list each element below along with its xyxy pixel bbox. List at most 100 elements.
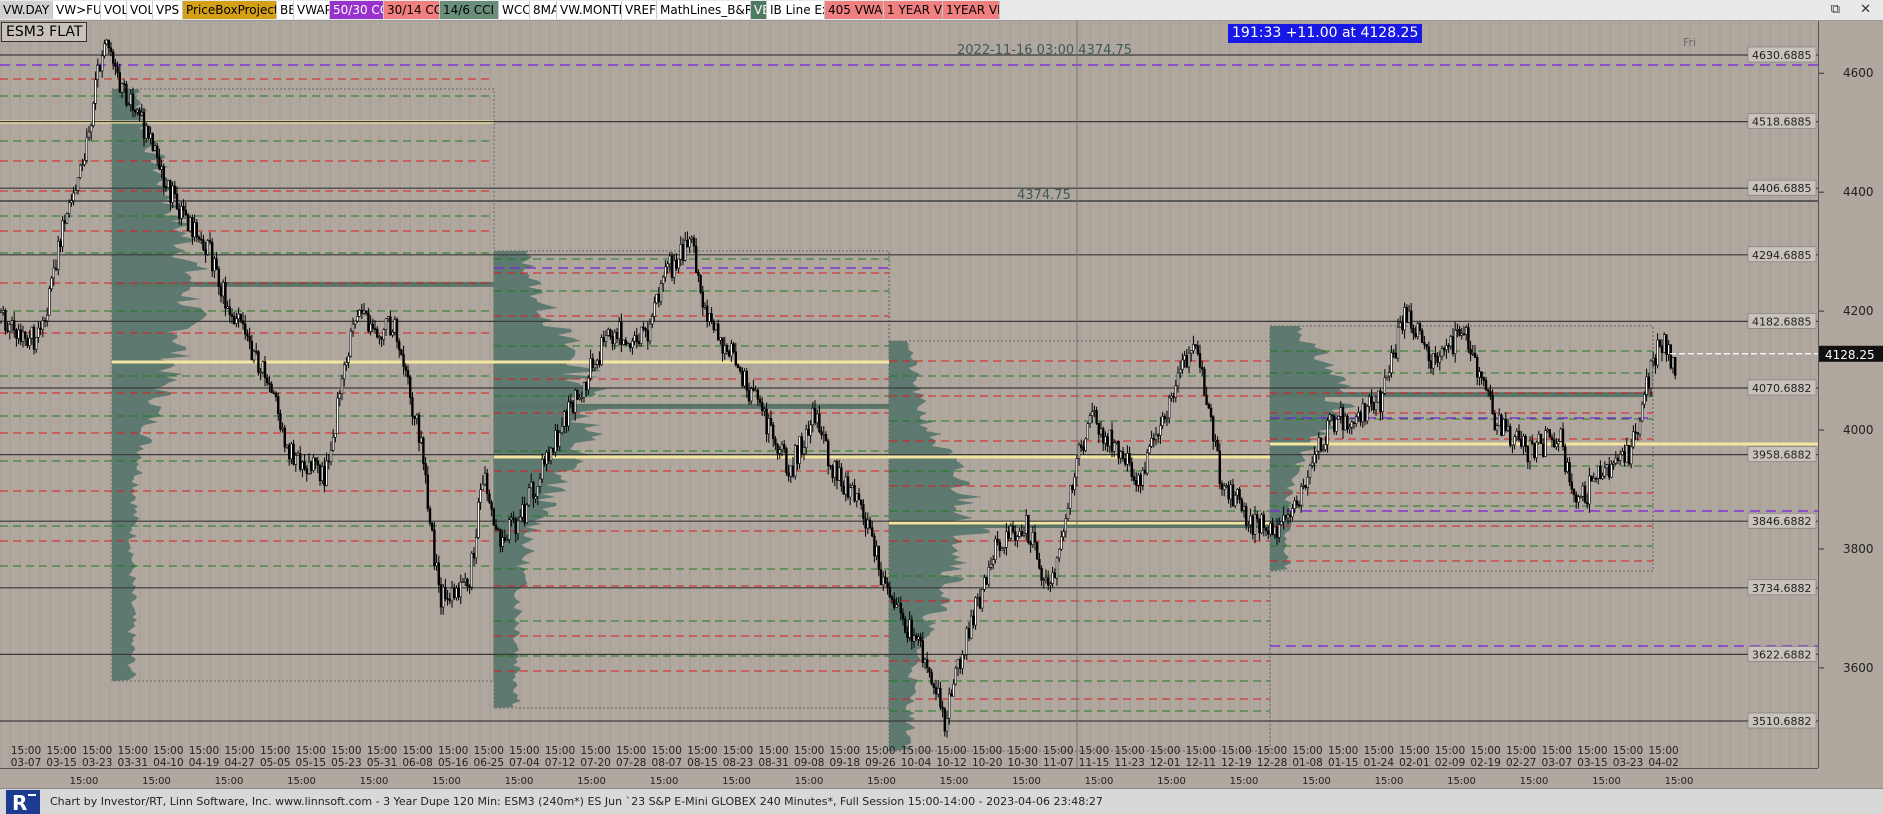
candle-body (666, 263, 669, 268)
candle-body (976, 596, 980, 599)
time-label-date: 01-15 (1328, 757, 1359, 768)
indicator-button-12[interactable]: 8MA (530, 1, 557, 19)
candle-body (349, 330, 352, 357)
price-chart[interactable]: 4630.6885 4518.6885 4406.6885 4294.6885 4182… (0, 21, 1818, 768)
candle-body (466, 578, 469, 587)
time-label-date: 05-15 (296, 757, 327, 768)
indicator-button-5[interactable]: PriceBoxProjections (183, 1, 277, 19)
indicator-button-3[interactable]: VOL (127, 1, 153, 19)
candle-body (1302, 485, 1305, 487)
candle-body (1315, 450, 1318, 455)
candle-body (1330, 414, 1334, 417)
candle-body (1110, 429, 1114, 452)
indicator-button-11[interactable]: WCCI (499, 1, 530, 19)
time-label-hour: 15:00 (1648, 745, 1678, 757)
candle-body (1608, 464, 1611, 478)
indicator-button-4[interactable]: VPS (153, 1, 183, 19)
candle-body (1601, 475, 1604, 479)
candle-body (1051, 572, 1054, 584)
candle-body (626, 343, 630, 346)
candle-body (914, 635, 918, 640)
candle-body (549, 447, 553, 461)
candle-body (941, 706, 944, 710)
candle-body (890, 596, 894, 600)
candle-body (301, 461, 304, 470)
indicator-button-17[interactable]: IB Line Ext. (767, 1, 825, 19)
time-label-bottom: 15:00 (1157, 776, 1186, 787)
candle-body (1097, 422, 1101, 435)
candle-body (15, 329, 18, 339)
candle-body (230, 314, 234, 317)
time-label-hour: 15:00 (367, 745, 397, 757)
indicator-button-6[interactable]: BB (277, 1, 294, 19)
candle-body (145, 125, 148, 139)
candle-body (824, 433, 828, 442)
symbol-label[interactable]: ESM3 FLAT (1, 22, 88, 42)
candle-body (147, 125, 150, 139)
window-controls[interactable]: ⧉ ✕ (1831, 1, 1879, 19)
candle-body (1636, 432, 1640, 435)
indicator-button-1[interactable]: VW>FULL (53, 1, 101, 19)
price-axis[interactable]: 4600 4400 4200 4000 3800 3600 4128.25 (1813, 21, 1883, 768)
candle-body (1170, 395, 1173, 399)
candle-body (1553, 439, 1556, 448)
candle-body (1458, 328, 1461, 336)
candle-body (807, 428, 810, 436)
indicator-button-8[interactable]: 50/30 CCI (330, 1, 384, 19)
indicator-button-16[interactable]: VB (751, 1, 767, 19)
candle-body (1044, 577, 1048, 581)
candle-body (881, 576, 885, 586)
indicator-button-10[interactable]: 14/6 CCI (440, 1, 499, 19)
indicator-button-13[interactable]: VW.MONTH (557, 1, 622, 19)
indicator-button-19[interactable]: 1 YEAR VP (884, 1, 943, 19)
candle-body (1220, 483, 1224, 490)
candle-body (1612, 462, 1615, 465)
candle-body (727, 351, 731, 357)
time-label-date: 03-23 (1613, 757, 1644, 768)
indicator-button-18[interactable]: 405 VWAP (825, 1, 884, 19)
candle-body (1603, 467, 1607, 477)
time-label-bottom: 15:00 (1012, 776, 1041, 787)
candle-body (1396, 326, 1400, 359)
axis-tick-label: 4400 (1843, 185, 1874, 199)
candle-body (721, 337, 724, 354)
indicator-button-14[interactable]: VREF (622, 1, 657, 19)
candle-body (1363, 403, 1367, 422)
time-label-bottom: 15:00 (215, 776, 244, 787)
candle-body (1333, 415, 1336, 432)
time-label: 15:00 (12, 769, 41, 771)
candle-body (1449, 336, 1453, 347)
candle-body (956, 658, 960, 669)
candle-body (1599, 465, 1602, 480)
candle-body (1484, 379, 1488, 390)
time-label-bottom: 15:00 (1085, 776, 1114, 787)
candle-body (268, 382, 271, 385)
candle-body (826, 440, 830, 467)
indicator-button-0[interactable]: VW.DAY (0, 1, 53, 19)
candle-body (1368, 396, 1371, 407)
candle-body (785, 448, 788, 474)
candle-body (1201, 367, 1204, 370)
time-label-date: 10-04 (901, 757, 932, 768)
candle-body (1546, 429, 1549, 431)
candle-body (1238, 489, 1241, 500)
candle-body (430, 522, 434, 531)
candle-body (1040, 567, 1043, 581)
indicator-button-7[interactable]: VWAP (294, 1, 330, 19)
indicator-button-9[interactable]: 30/14 CCI (384, 1, 440, 19)
candle-body (591, 358, 595, 369)
candle-body (1625, 445, 1629, 463)
candle-body (364, 310, 368, 314)
time-axis[interactable]: 15:00 15:00 15:00 15:00 15:00 15:00 15:00 15:00… (0, 760, 1818, 789)
candle-body (1412, 327, 1415, 334)
candle-body (450, 587, 454, 602)
candle-body (980, 588, 984, 609)
candle-body (1326, 420, 1329, 445)
candle-body (1267, 530, 1270, 535)
indicator-button-2[interactable]: VOL (101, 1, 127, 19)
math-line-label: 3958.6882 (1752, 449, 1812, 462)
indicator-button-15[interactable]: MathLines_B&R_20 (657, 1, 751, 19)
chart-canvas[interactable]: 4630.6885 4518.6885 4406.6885 4294.6885 4182… (0, 21, 1818, 768)
candle-body (697, 272, 700, 276)
indicator-button-20[interactable]: 1YEAR VP (943, 1, 1000, 19)
